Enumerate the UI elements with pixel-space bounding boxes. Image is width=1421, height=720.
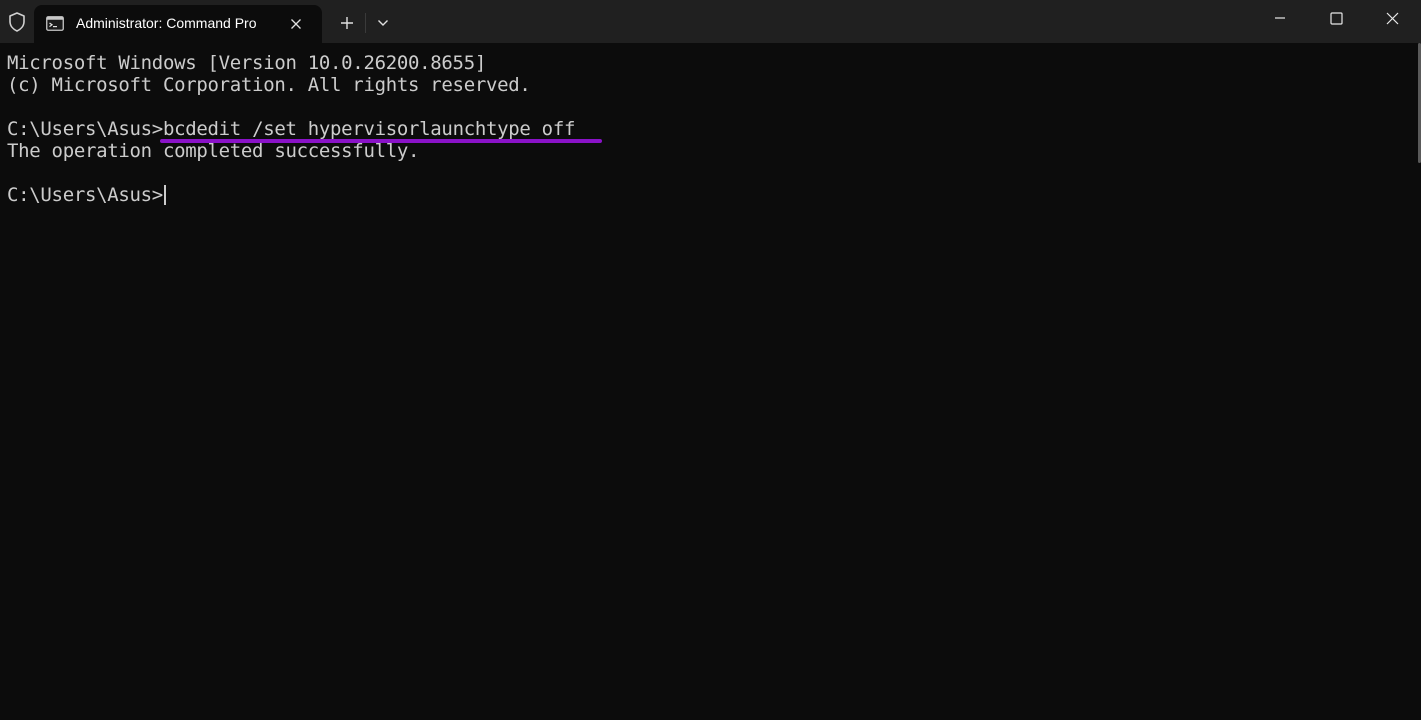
prompt: C:\Users\Asus> <box>7 118 163 140</box>
maximize-button[interactable] <box>1308 0 1364 36</box>
terminal-icon <box>46 16 64 31</box>
result-line: The operation completed successfully. <box>7 140 420 162</box>
minimize-icon <box>1275 17 1285 19</box>
text-cursor <box>163 185 166 205</box>
tab-command-prompt[interactable]: Administrator: Command Pro <box>34 5 322 43</box>
close-tab-button[interactable] <box>287 15 305 33</box>
command-text: bcdedit /set hypervisorlaunchtype off <box>162 118 576 140</box>
title-bar[interactable]: Administrator: Command Pro <box>0 0 1421 43</box>
terminal-output[interactable]: Microsoft Windows [Version 10.0.26200.86… <box>0 43 1421 720</box>
copyright-line: (c) Microsoft Corporation. All rights re… <box>7 74 531 96</box>
prompt: C:\Users\Asus> <box>7 184 163 206</box>
tab-divider <box>365 13 366 33</box>
tab-title: Administrator: Command Pro <box>76 15 257 31</box>
new-tab-button[interactable] <box>334 12 360 34</box>
close-icon <box>1386 12 1398 24</box>
shield-icon <box>6 11 28 33</box>
close-window-button[interactable] <box>1364 0 1420 36</box>
maximize-icon <box>1329 11 1343 25</box>
minimize-button[interactable] <box>1252 0 1308 36</box>
chevron-down-icon <box>378 20 388 26</box>
plus-icon <box>341 17 353 29</box>
command-line: C:\Users\Asus>bcdedit /set hypervisorlau… <box>7 118 575 140</box>
terminal-window: Administrator: Command Pro Microsoft Win… <box>0 0 1421 720</box>
close-icon <box>291 19 301 29</box>
tab-dropdown-button[interactable] <box>372 12 394 34</box>
version-line: Microsoft Windows [Version 10.0.26200.86… <box>7 52 486 74</box>
current-prompt-line[interactable]: C:\Users\Asus> <box>7 184 166 206</box>
